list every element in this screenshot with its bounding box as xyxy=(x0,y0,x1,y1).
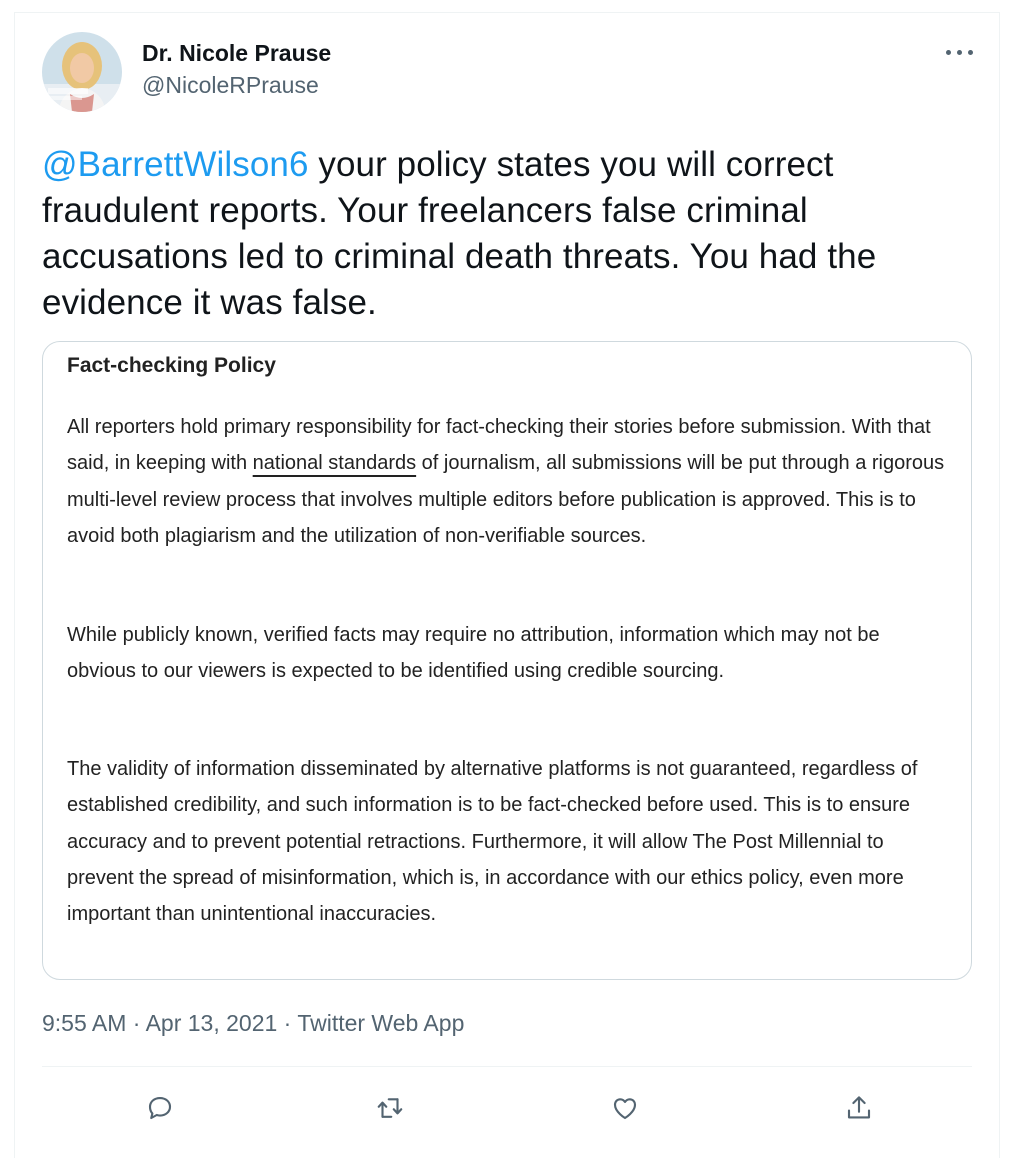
card-paragraph-1: All reporters hold primary responsibilit… xyxy=(67,409,947,554)
reply-button[interactable] xyxy=(138,1086,182,1130)
tweet-time[interactable]: 9:55 AM xyxy=(42,1010,126,1036)
retweet-button[interactable] xyxy=(368,1086,412,1130)
author-name[interactable]: Dr. Nicole Prause xyxy=(142,40,331,67)
national-standards-link: national standards xyxy=(252,452,417,475)
card-title: Fact-checking Policy xyxy=(67,354,276,377)
like-button[interactable] xyxy=(603,1086,647,1130)
mention-link[interactable]: @BarrettWilson6 xyxy=(42,145,309,184)
share-button[interactable] xyxy=(837,1086,881,1130)
quoted-image-card[interactable]: Fact-checking Policy All reporters hold … xyxy=(42,341,972,980)
meta-separator: · xyxy=(277,1010,298,1036)
tweet-text: @BarrettWilson6 your policy states you w… xyxy=(42,142,982,326)
heart-icon xyxy=(613,1098,637,1120)
more-options-icon[interactable] xyxy=(944,42,976,62)
tweet-meta: 9:55 AM · Apr 13, 2021 · Twitter Web App xyxy=(42,1010,464,1037)
retweet-icon xyxy=(377,1098,403,1118)
card-paragraph-3: The validity of information disseminated… xyxy=(67,758,918,926)
tweet-source[interactable]: Twitter Web App xyxy=(297,1010,464,1036)
meta-separator: · xyxy=(126,1010,146,1036)
share-icon xyxy=(847,1096,871,1119)
avatar-image xyxy=(42,32,122,112)
divider xyxy=(42,1066,972,1067)
avatar[interactable] xyxy=(42,32,122,112)
reply-icon xyxy=(148,1096,172,1120)
card-paragraph-2: While publicly known, verified facts may… xyxy=(67,624,880,683)
author-handle[interactable]: @NicoleRPrause xyxy=(142,72,319,99)
tweet-date[interactable]: Apr 13, 2021 xyxy=(146,1010,278,1036)
